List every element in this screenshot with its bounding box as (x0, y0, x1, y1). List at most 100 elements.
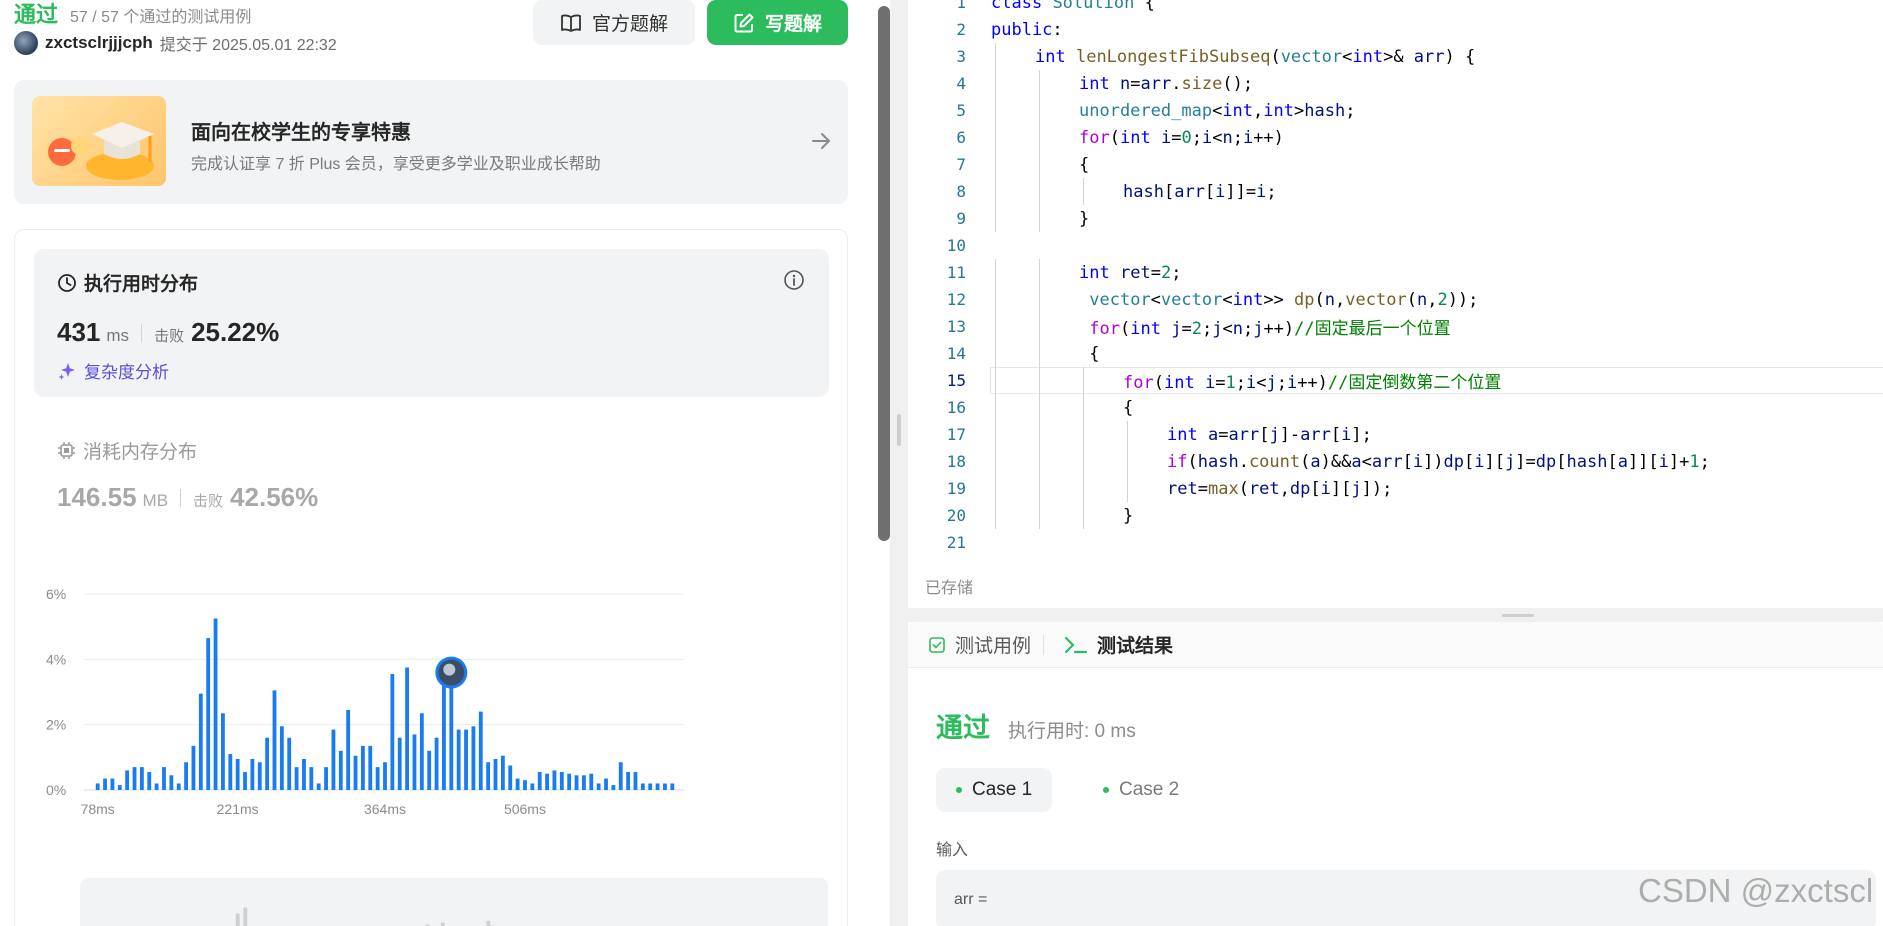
histogram-bar[interactable] (434, 737, 439, 790)
panel-splitter[interactable] (890, 0, 908, 926)
histogram-bar[interactable] (139, 767, 144, 790)
write-solution-button[interactable]: 写题解 (707, 0, 848, 45)
histogram-bar[interactable] (272, 690, 277, 790)
editor-console-splitter[interactable] (908, 608, 1883, 622)
histogram-bar[interactable] (265, 737, 270, 790)
histogram-bar[interactable] (346, 709, 351, 790)
code-lines[interactable]: 1 class Solution {2 public: 3 int lenLongest… (908, 0, 1883, 556)
code-line[interactable]: 17 int a=arr[j]-arr[i]; (908, 421, 1883, 448)
code-line[interactable]: 20} (908, 502, 1883, 529)
histogram-bar[interactable] (397, 737, 402, 790)
histogram-bar[interactable] (324, 767, 328, 790)
histogram-bar[interactable] (95, 783, 100, 790)
code-editor[interactable]: 1 class Solution {2 public: 3 int lenLongest… (908, 0, 1883, 608)
histogram-bar[interactable] (176, 783, 181, 790)
code-line[interactable]: 14 { (908, 340, 1883, 367)
code-line[interactable]: 3 int lenLongestFibSubseq(vector<int>& ar… (908, 43, 1883, 70)
histogram-bar[interactable] (626, 772, 631, 790)
code-line[interactable]: 7{ (908, 151, 1883, 178)
histogram-bar[interactable] (294, 767, 299, 790)
histogram-bar[interactable] (633, 772, 638, 790)
code-line[interactable]: 10 (908, 232, 1883, 259)
case-1-tab[interactable]: Case 1 (936, 768, 1053, 812)
runtime-distribution-chart[interactable]: 0% 2% 4% 6% 78ms 221ms 364ms 506ms (14, 572, 834, 862)
histogram-bar[interactable] (221, 713, 225, 790)
histogram-bar[interactable] (147, 772, 152, 790)
histogram-bar[interactable] (478, 711, 483, 790)
histogram-bar[interactable] (523, 780, 527, 790)
histogram-bar[interactable] (169, 775, 174, 790)
code-line[interactable]: 11 int ret=2; (908, 259, 1883, 286)
histogram-bar[interactable] (640, 783, 645, 790)
histogram-bar[interactable] (419, 713, 424, 790)
histogram-bar[interactable] (515, 778, 520, 790)
histogram-bar[interactable] (405, 667, 410, 791)
info-icon[interactable] (783, 269, 805, 291)
histogram-bar[interactable] (412, 734, 417, 790)
histogram-bar[interactable] (545, 773, 549, 790)
histogram-bar[interactable] (302, 758, 306, 790)
code-line[interactable]: 19 ret=max(ret,dp[i][j]); (908, 475, 1883, 502)
code-line[interactable]: 18 if(hash.count(a)&&a<arr[i])dp[i][j]=dp… (908, 448, 1883, 475)
histogram-bar[interactable] (279, 726, 284, 790)
histogram-bar[interactable] (456, 729, 461, 790)
histogram-bar[interactable] (191, 745, 196, 790)
histogram-bar[interactable] (235, 758, 240, 790)
histogram-bar[interactable] (618, 762, 623, 790)
case-2-tab[interactable]: Case 2 (1083, 768, 1199, 812)
avatar[interactable] (14, 31, 38, 55)
histogram-bar[interactable] (574, 775, 579, 790)
histogram-bar[interactable] (184, 762, 189, 790)
histogram-bar[interactable] (198, 693, 203, 790)
histogram-bar[interactable] (132, 767, 137, 790)
histogram-bar[interactable] (117, 785, 122, 790)
histogram-bar[interactable] (360, 745, 365, 790)
histogram-bar[interactable] (383, 762, 387, 790)
runtime-distribution-box[interactable]: 执行用时分布 431 ms 击败 25.22% 复杂度分析 (34, 249, 829, 397)
histogram-bar[interactable] (390, 674, 395, 790)
left-scrollbar-thumb[interactable] (878, 6, 890, 541)
histogram-bar[interactable] (559, 772, 564, 790)
histogram-bar[interactable] (243, 772, 247, 790)
range-selector-minichart[interactable]: 78221364506 (80, 878, 828, 926)
code-line[interactable]: 4 int n=arr.size(); (908, 70, 1883, 97)
histogram-bar[interactable] (353, 755, 358, 790)
histogram-bar[interactable] (552, 770, 557, 790)
code-line[interactable]: 8 hash[arr[i]]=i; (908, 178, 1883, 205)
histogram-bar[interactable] (530, 783, 535, 790)
histogram-bar[interactable] (493, 758, 498, 790)
editor-console-handle[interactable] (1502, 614, 1534, 617)
official-solution-button[interactable]: 官方题解 (533, 0, 695, 45)
histogram-bar[interactable] (604, 778, 608, 790)
histogram-bar[interactable] (670, 783, 675, 790)
histogram-bar[interactable] (206, 638, 211, 790)
histogram-bar[interactable] (338, 750, 343, 790)
code-line[interactable]: 15 for(int i=1;i<j;i++)//固定倒数第二个位置 (908, 367, 1883, 394)
splitter-handle[interactable] (897, 414, 901, 446)
histogram-bar[interactable] (508, 765, 513, 791)
user-position-avatar[interactable] (435, 656, 468, 689)
code-line[interactable]: 13 for(int j=2;j<n;j++)//固定最后一个位置 (908, 313, 1883, 340)
histogram-bar[interactable] (375, 767, 380, 790)
histogram-bar[interactable] (125, 770, 130, 790)
code-line[interactable]: 1 class Solution { (908, 0, 1883, 16)
histogram-bar[interactable] (257, 762, 262, 790)
code-line[interactable]: 9} (908, 205, 1883, 232)
author-name[interactable]: zxctsclrjjjcph (45, 33, 153, 53)
histogram-bar[interactable] (655, 783, 660, 790)
histogram-bar[interactable] (589, 773, 594, 790)
arrow-right-icon[interactable] (810, 130, 832, 152)
code-line[interactable]: 16 { (908, 394, 1883, 421)
histogram-bar[interactable] (500, 755, 505, 790)
histogram-bar[interactable] (648, 783, 653, 790)
histogram-bar[interactable] (309, 767, 314, 790)
histogram-bar[interactable] (596, 783, 601, 790)
histogram-bar[interactable] (316, 783, 321, 790)
histogram-bar[interactable] (442, 682, 446, 790)
histogram-bar[interactable] (250, 758, 255, 790)
code-line[interactable]: 2 public: (908, 16, 1883, 43)
complexity-analysis-link[interactable]: 复杂度分析 (57, 358, 169, 383)
histogram-bar[interactable] (287, 737, 292, 790)
memory-title[interactable]: 消耗内存分布 (57, 437, 197, 464)
student-promo-banner[interactable]: 面向在校学生的专享特惠 完成认证享 7 折 Plus 会员，享受更多学业及职业成… (14, 80, 848, 204)
